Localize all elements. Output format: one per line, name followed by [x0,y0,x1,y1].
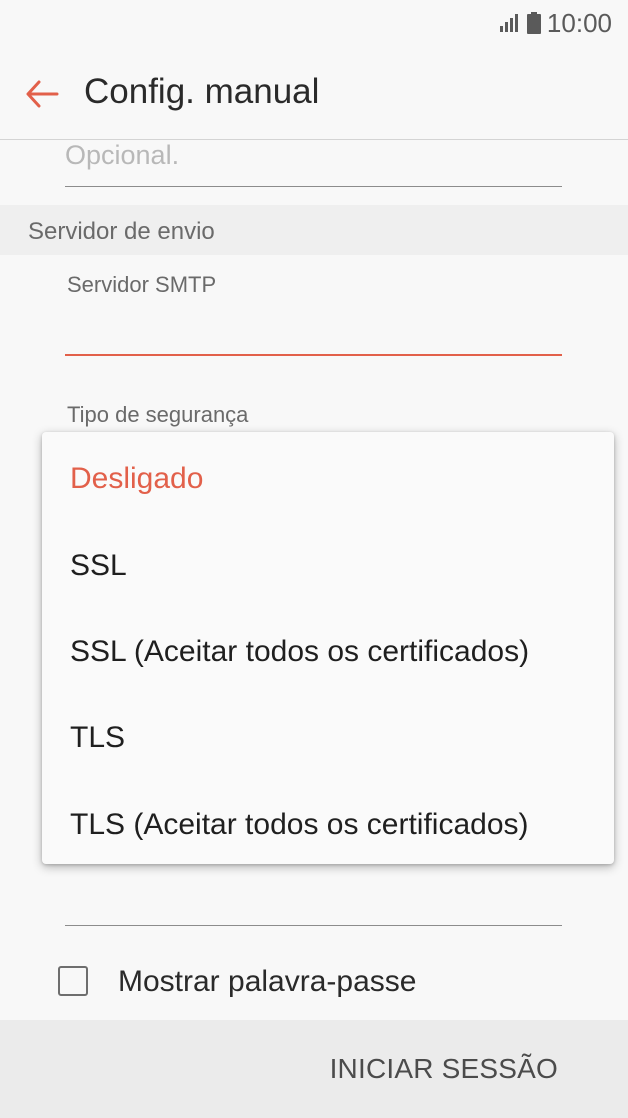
signal-icon [499,14,518,32]
show-password-label: Mostrar palavra-passe [118,965,417,998]
show-password-checkbox[interactable] [58,966,88,996]
status-bar: 10:00 [0,0,628,50]
dropdown-option-off[interactable]: Desligado [70,462,203,496]
optional-field-underline [65,186,562,187]
dropdown-option-ssl-accept-all[interactable]: SSL (Aceitar todos os certificados) [70,635,529,669]
security-type-label: Tipo de segurança [67,402,249,427]
bottom-action-bar: INICIAR SESSÃO [0,1020,628,1118]
smtp-server-underline [65,354,562,356]
battery-icon [526,12,541,34]
status-icons: 10:00 [499,8,612,38]
app-bar: Config. manual [0,50,628,140]
arrow-back-icon [26,80,59,108]
section-title: Servidor de envio [28,218,215,245]
dropdown-option-tls[interactable]: TLS [70,721,125,755]
dropdown-option-ssl[interactable]: SSL [70,549,127,583]
dropdown-option-tls-accept-all[interactable]: TLS (Aceitar todos os certificados) [70,808,529,842]
password-input[interactable] [65,875,562,920]
password-field-underline [65,925,562,926]
optional-field[interactable]: Opcional. [65,140,179,171]
page-title: Config. manual [84,72,320,111]
smtp-server-label: Servidor SMTP [67,272,217,297]
back-button[interactable] [22,74,62,114]
smtp-server-input[interactable] [65,310,562,350]
sign-in-button[interactable]: INICIAR SESSÃO [330,1053,558,1085]
status-time: 10:00 [546,7,612,38]
security-type-dropdown[interactable]: Desligado SSL SSL (Aceitar todos os cert… [42,432,614,864]
section-header-outgoing: Servidor de envio [0,205,628,255]
